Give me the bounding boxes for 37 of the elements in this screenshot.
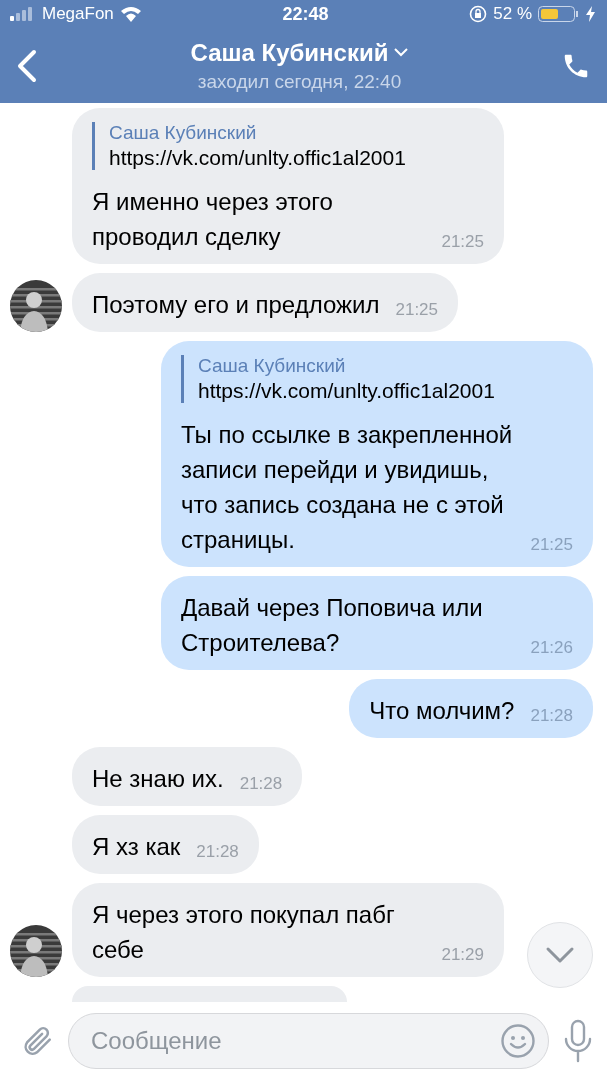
message-text: Что молчим? [369, 696, 515, 726]
quote-text: https://vk.com/unlty.offic1al2001 [198, 379, 496, 403]
battery-percent: 52 % [493, 4, 532, 24]
message-time: 21:26 [530, 638, 573, 659]
charging-icon [586, 6, 595, 22]
chevron-down-icon[interactable] [545, 946, 575, 964]
back-button[interactable] [16, 48, 38, 83]
message-time: 21:25 [441, 232, 484, 253]
message-time: 21:28 [530, 706, 573, 727]
clock: 22:48 [282, 3, 329, 25]
carrier-name: MegaFon [42, 4, 114, 24]
battery-icon [538, 6, 580, 22]
message-text: Ты по ссылке в закрепленной записи перейди и увидишь, что запись создана не с этой страницы. [181, 420, 514, 555]
avatar[interactable] [10, 280, 62, 332]
message-time: 21:25 [395, 300, 439, 321]
last-seen: заходил сегодня, 22:40 [197, 70, 402, 93]
caret-icon[interactable] [394, 48, 409, 57]
quote-author: Саша Кубинский [198, 355, 347, 377]
wifi-icon [119, 6, 142, 22]
message-time: 21:29 [441, 945, 484, 966]
chat-title[interactable]: Саша Кубинский [190, 38, 389, 67]
message-text: Не знаю их. [92, 764, 224, 794]
avatar[interactable] [10, 925, 62, 977]
message-text: Я через этого покупал пабг себе [92, 900, 396, 965]
microphone-button[interactable] [563, 1019, 593, 1063]
message-text: Поэтому его и предложил [92, 290, 380, 320]
quote-text: https://vk.com/unlty.offic1al2001 [109, 146, 407, 170]
message-time: 21:25 [530, 535, 573, 556]
message-text: Давай через Поповича или Строителева? [181, 593, 484, 658]
smiley-icon[interactable] [500, 1023, 536, 1059]
quote-author: Саша Кубинский [109, 122, 258, 144]
message-field[interactable]: Сообщение [68, 1013, 549, 1069]
message-text: Я именно через этого проводил сделку [92, 187, 334, 252]
rotation-lock-icon [469, 5, 488, 23]
message-time: 21:28 [239, 774, 283, 795]
message-time: 21:28 [196, 842, 239, 863]
message-text: Я хз как [92, 832, 181, 862]
